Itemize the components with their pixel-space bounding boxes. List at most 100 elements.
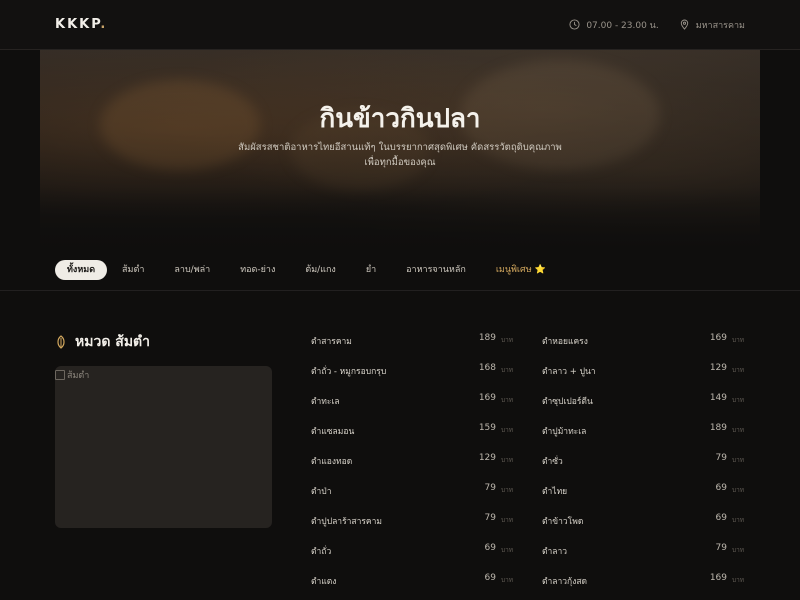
menu-item[interactable]: ตำไทย 69 บาท <box>542 480 746 510</box>
menu-item-name: ตำถั่ว - หมูกรอบกรุบ <box>311 367 387 377</box>
tab-special-menu[interactable]: เมนูพิเศษ ⭐ <box>481 260 561 280</box>
price-unit: บาท <box>732 576 745 584</box>
category-tabs: ทั้งหมด ส้มตำ ลาบ/พล่า ทอด-ย่าง ต้ม/แกง … <box>55 260 561 280</box>
menu-item[interactable]: ตำซั่ว 79 บาท <box>542 450 746 480</box>
opening-hours-text: 07.00 - 23.00 น. <box>586 20 659 31</box>
menu-item-price: 79 <box>484 513 496 523</box>
menu-item[interactable]: ตำลาว 79 บาท <box>542 540 746 570</box>
opening-hours: 07.00 - 23.00 น. <box>569 18 659 32</box>
menu-item[interactable]: ตำทะเล 169 บาท <box>311 390 515 420</box>
menu-item-name: ตำลาว <box>542 547 568 557</box>
tab-fried-grilled[interactable]: ทอด-ย่าง <box>225 260 290 280</box>
menu-item-name: ตำแตง <box>311 577 337 587</box>
hero-subtitle-line: สัมผัสรสชาติอาหารไทยอีสานแท้ๆ ในบรรยากาศ… <box>238 142 562 153</box>
price-unit: บาท <box>732 366 745 374</box>
menu-item-price: 79 <box>715 543 727 553</box>
image-alt-label: ส้มตำ <box>67 371 90 381</box>
price-unit: บาท <box>501 336 514 344</box>
brand-logo[interactable]: KKKP. <box>55 17 107 32</box>
price-unit: บาท <box>501 546 514 554</box>
map-pin-icon <box>680 19 688 30</box>
menu-item-name: ตำหอยแครง <box>542 337 588 347</box>
menu-item-name: ตำปูปลาร้าสารคาม <box>311 517 382 527</box>
tab-somtum[interactable]: ส้มตำ <box>107 260 159 280</box>
brand-logo-text: KKKP <box>55 17 101 32</box>
menu-item[interactable]: ตำปูม้าทะเล 189 บาท <box>542 420 746 450</box>
menu-item[interactable]: ตำหอยแครง 169 บาท <box>542 330 746 360</box>
menu-item-price: 69 <box>715 513 727 523</box>
menu-item-price: 149 <box>709 393 727 403</box>
menu-item[interactable]: ตำปูปลาร้าสารคาม 79 บาท <box>311 510 515 540</box>
menu-item-name: ตำทะเล <box>311 397 340 407</box>
section-header: หมวด ส้มตำ <box>55 331 150 353</box>
menu-item-name: ตำซุปเปอร์ตีน <box>542 397 593 407</box>
location-info: มหาสารคาม <box>679 18 745 32</box>
menu-item-price: 189 <box>478 333 496 343</box>
hero-subtitle: สัมผัสรสชาติอาหารไทยอีสานแท้ๆ ในบรรยากาศ… <box>40 140 760 170</box>
price-unit: บาท <box>732 426 745 434</box>
menu-item[interactable]: ตำแองทอด 129 บาท <box>311 450 515 480</box>
menu-item-price: 169 <box>709 333 727 343</box>
section-divider <box>0 290 800 291</box>
price-unit: บาท <box>732 336 745 344</box>
section-image: ส้มตำ <box>55 366 272 528</box>
menu-item[interactable]: ตำสารคาม 189 บาท <box>311 330 515 360</box>
menu-item[interactable]: ตำข้าวโพด 69 บาท <box>542 510 746 540</box>
tab-yum[interactable]: ยำ <box>351 260 391 280</box>
tab-all[interactable]: ทั้งหมด <box>55 260 108 280</box>
price-unit: บาท <box>501 486 514 494</box>
menu-item-price: 79 <box>484 483 496 493</box>
menu-item[interactable]: ตำลาว + ปูนา 129 บาท <box>542 360 746 390</box>
menu-item[interactable]: ตำแตง 69 บาท <box>311 570 515 600</box>
menu-item[interactable]: ตำถั่ว - หมูกรอบกรุบ 168 บาท <box>311 360 515 390</box>
menu-item-price: 169 <box>478 393 496 403</box>
menu-item-price: 189 <box>709 423 727 433</box>
price-unit: บาท <box>501 396 514 404</box>
price-unit: บาท <box>732 396 745 404</box>
menu-item[interactable]: ตำแซลมอน 159 บาท <box>311 420 515 450</box>
menu-item[interactable]: ตำลาวกุ้งสด 169 บาท <box>542 570 746 600</box>
clock-icon <box>569 19 580 30</box>
menu-item-name: ตำป่า <box>311 487 332 497</box>
brand-logo-dot: . <box>100 17 108 32</box>
menu-item-name: ตำสารคาม <box>311 337 352 347</box>
menu-item[interactable]: ตำซุปเปอร์ตีน 149 บาท <box>542 390 746 420</box>
price-unit: บาท <box>501 456 514 464</box>
menu-list-right: ตำหอยแครง 169 บาท ตำลาว + ปูนา 129 บาท ตำซุป… <box>542 330 746 600</box>
menu-item-price: 168 <box>478 363 496 373</box>
hero-subtitle-line: เพื่อทุกมื้อของคุณ <box>364 157 436 168</box>
hero-banner: กินข้าวกินปลา สัมผัสรสชาติอาหารไทยอีสานแ… <box>40 50 760 246</box>
menu-item[interactable]: ตำป่า 79 บาท <box>311 480 515 510</box>
menu-item-name: ตำไทย <box>542 487 568 497</box>
location-text: มหาสารคาม <box>695 20 745 31</box>
tab-soup-curry[interactable]: ต้ม/แกง <box>290 260 350 280</box>
tab-larb[interactable]: ลาบ/พล่า <box>159 260 225 280</box>
top-header: KKKP. 07.00 - 23.00 น. มหาสารคาม <box>0 0 800 50</box>
menu-item-price: 69 <box>484 543 496 553</box>
menu-item-price: 159 <box>478 423 496 433</box>
price-unit: บาท <box>732 486 745 494</box>
menu-item-price: 69 <box>484 573 496 583</box>
hero-title: กินข้าวกินปลา <box>319 104 481 134</box>
menu-item-name: ตำลาว + ปูนา <box>542 367 596 377</box>
menu-item-price: 169 <box>709 573 727 583</box>
menu-item-name: ตำปูม้าทะเล <box>542 427 587 437</box>
menu-item-price: 69 <box>715 483 727 493</box>
menu-list-left: ตำสารคาม 189 บาท ตำถั่ว - หมูกรอบกรุบ 168 บา… <box>311 330 515 600</box>
price-unit: บาท <box>732 516 745 524</box>
menu-item-name: ตำถั่ว <box>311 547 332 557</box>
price-unit: บาท <box>501 516 514 524</box>
menu-item-price: 79 <box>715 453 727 463</box>
menu-item-name: ตำลาวกุ้งสด <box>542 577 588 587</box>
price-unit: บาท <box>501 576 514 584</box>
menu-item-price: 129 <box>709 363 727 373</box>
price-unit: บาท <box>501 426 514 434</box>
menu-item-name: ตำแองทอด <box>311 457 353 467</box>
menu-item-name: ตำแซลมอน <box>311 427 355 437</box>
image-alt-text: ส้มตำ <box>55 368 89 382</box>
menu-item-name: ตำซั่ว <box>542 457 563 467</box>
menu-item-name: ตำข้าวโพด <box>542 517 584 527</box>
header-info: 07.00 - 23.00 น. มหาสารคาม <box>569 18 745 32</box>
menu-item[interactable]: ตำถั่ว 69 บาท <box>311 540 515 570</box>
tab-main-dishes[interactable]: อาหารจานหลัก <box>391 260 481 280</box>
